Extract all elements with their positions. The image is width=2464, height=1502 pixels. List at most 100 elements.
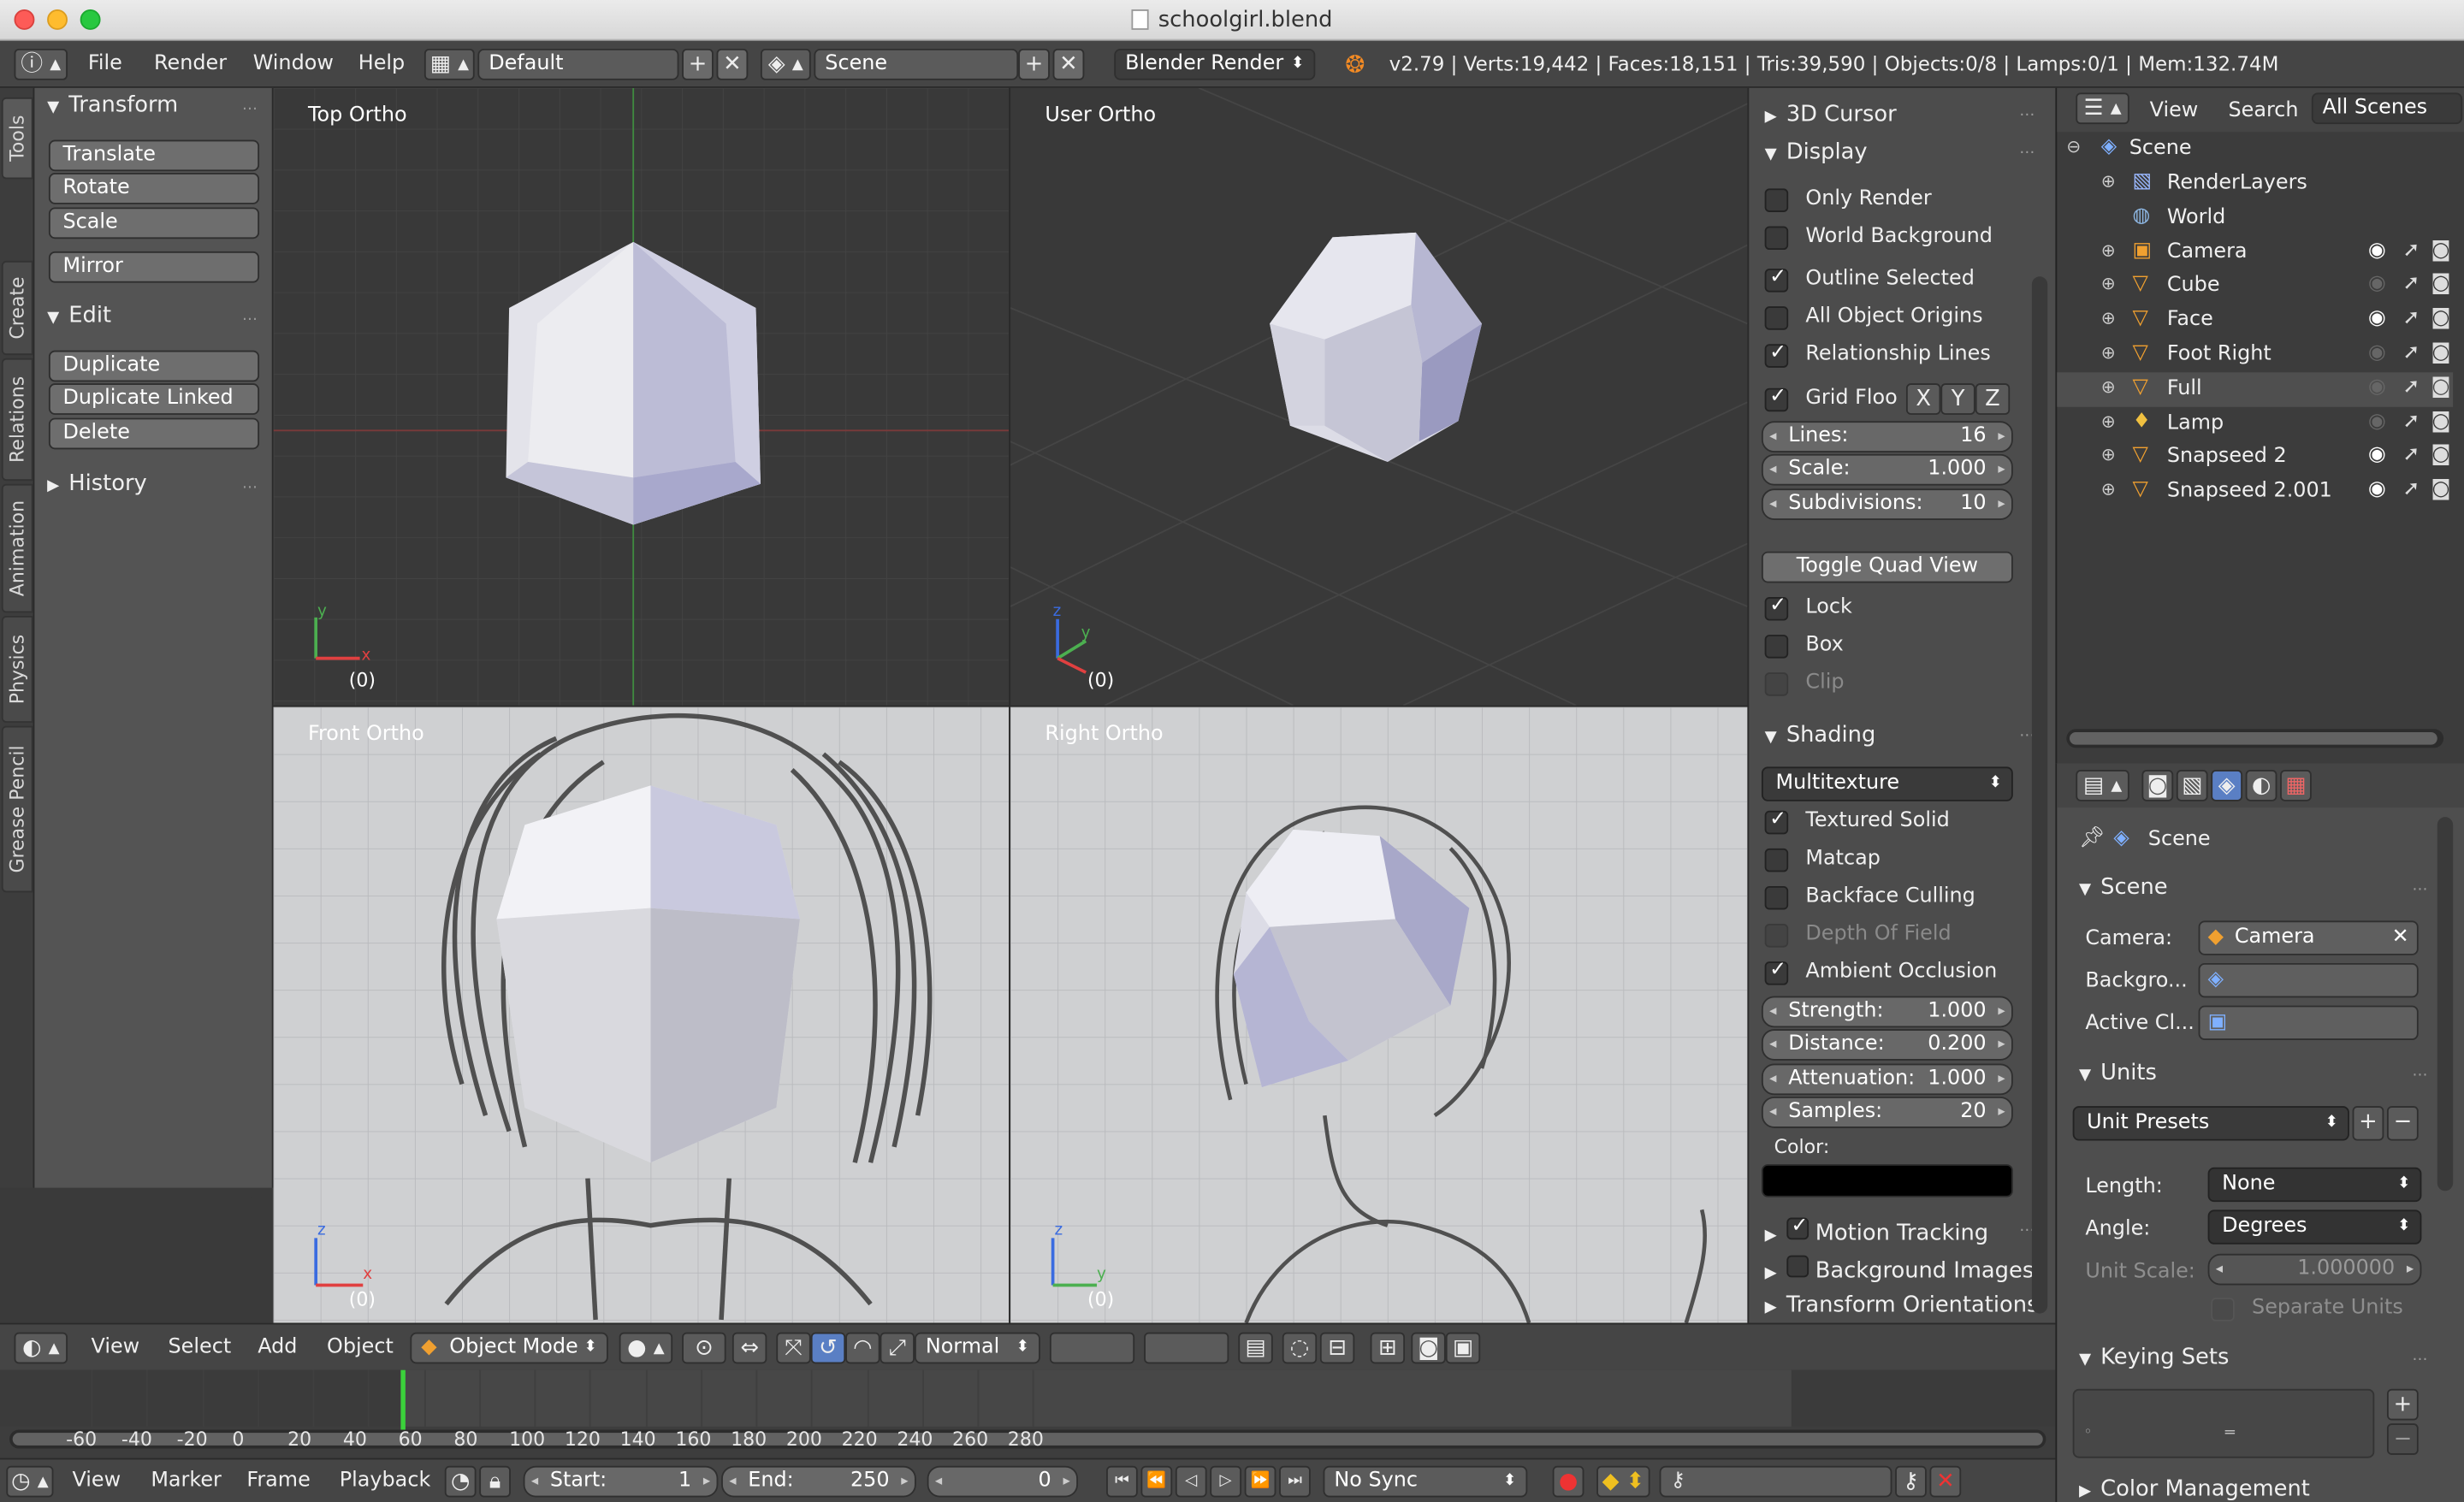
visibility-eye-icon[interactable]: ◉ xyxy=(2368,410,2386,434)
translate-button[interactable]: Translate xyxy=(48,139,260,172)
add-keying-set-icon[interactable]: + xyxy=(2386,1388,2419,1421)
renderability-camera-icon[interactable]: ◙ xyxy=(2431,238,2450,262)
clear-icon[interactable]: ✕ xyxy=(2392,922,2409,954)
texture-context-icon[interactable]: ▦ xyxy=(2280,770,2312,801)
selectability-cursor-icon[interactable]: ➚ xyxy=(2402,307,2420,331)
selectability-cursor-icon[interactable]: ➚ xyxy=(2402,272,2420,296)
drag-handle-icon[interactable]: ⋯ xyxy=(242,311,258,328)
visibility-eye-icon[interactable]: ◉ xyxy=(2368,307,2386,331)
menu-file[interactable]: File xyxy=(88,52,122,76)
selectability-cursor-icon[interactable]: ➚ xyxy=(2402,410,2420,434)
viewport-right-ortho[interactable]: z y Right Ortho (0) xyxy=(1010,707,1748,1323)
current-frame-field[interactable]: 0 xyxy=(927,1465,1078,1498)
scene-selector-icon[interactable]: ◈ ▴ xyxy=(760,48,811,80)
render-animation-icon[interactable]: ▣ xyxy=(1445,1332,1481,1364)
outliner-row-camera[interactable]: ⊕ ▣ Camera ◉ ➚ ◙ xyxy=(2057,235,2453,269)
transform-panel-header[interactable]: ▼ Transform xyxy=(47,92,178,117)
viewport-top-ortho[interactable]: y x Top Ortho (0) xyxy=(273,87,1010,706)
menu-marker[interactable]: Marker xyxy=(151,1469,222,1493)
jump-end-icon[interactable]: ⏭ xyxy=(1279,1465,1311,1498)
sync-mode-dropdown[interactable]: No Sync ⬍ xyxy=(1323,1465,1528,1498)
scene-field[interactable]: Scene xyxy=(814,48,1019,80)
tab-create[interactable]: Create xyxy=(1,260,33,356)
play-icon[interactable]: ▷ xyxy=(1210,1465,1242,1498)
pivot-point-icon[interactable]: ⊙ xyxy=(682,1332,726,1364)
keyframe-type-icon[interactable]: ◆ ⬍ xyxy=(1596,1465,1650,1498)
scale-button[interactable]: Scale xyxy=(48,207,260,239)
outliner-row-cube[interactable]: ⊕ ▽ Cube ◉ ➚ ◙ xyxy=(2057,269,2453,304)
drag-handle-icon[interactable]: ⋯ xyxy=(2412,881,2427,898)
shading-mode-dropdown[interactable]: Multitexture ⬍ xyxy=(1761,766,2013,801)
pin-icon[interactable]: 📌︎ xyxy=(2079,826,2105,850)
ao-field-1[interactable]: Distance: 0.200 xyxy=(1761,1029,2013,1061)
render-context-icon[interactable]: ◙ xyxy=(2141,770,2174,801)
grid-lines-field[interactable]: Lines: 16 xyxy=(1761,421,2013,453)
viewport-user-ortho[interactable]: z y User Ortho (0) xyxy=(1010,87,1748,706)
layout-grid-icon[interactable]: ▦ ▴ xyxy=(424,48,475,80)
scale-manipulator-icon[interactable]: ⤢ xyxy=(880,1332,915,1364)
drag-handle-icon[interactable]: ⋯ xyxy=(2412,1351,2427,1369)
menu-add[interactable]: Add xyxy=(258,1335,297,1359)
grid-scale-field[interactable]: Scale: 1.000 xyxy=(1761,453,2013,486)
menu-playback[interactable]: Playback xyxy=(340,1469,431,1493)
3d-cursor-panel-header[interactable]: ▶ 3D Cursor xyxy=(1765,102,1897,127)
outliner-row-renderlayers[interactable]: ⊕ ▧ RenderLayers xyxy=(2057,167,2453,201)
proportional-edit-icon[interactable]: ◌ xyxy=(1282,1332,1318,1364)
shading-panel-header[interactable]: ▼ Shading xyxy=(1765,723,1876,748)
units-panel-header[interactable]: ▼ Units xyxy=(2079,1061,2157,1085)
length-unit-dropdown[interactable]: None ⬍ xyxy=(2207,1167,2422,1203)
remove-preset-icon[interactable]: − xyxy=(2386,1106,2419,1141)
ao-field-2[interactable]: Attenuation: 1.000 xyxy=(1761,1063,2013,1096)
grid-axis-z-toggle[interactable]: Z xyxy=(1975,383,2011,415)
jump-keyframe-back-icon[interactable]: ⏪ xyxy=(1140,1465,1173,1498)
expand-toggle-icon[interactable]: ⊕ xyxy=(2101,308,2116,328)
close-window-button[interactable] xyxy=(14,9,35,30)
grid-subdivisions-field[interactable]: Subdivisions: 10 xyxy=(1761,488,2013,520)
duplicate-linked-button[interactable]: Duplicate Linked xyxy=(48,383,260,415)
scene-panel-header[interactable]: ▼ Scene xyxy=(2079,875,2168,900)
drag-handle-icon[interactable]: ⋯ xyxy=(242,101,258,118)
end-frame-field[interactable]: End: 250 xyxy=(721,1465,916,1498)
snap-icon[interactable]: ⊟ xyxy=(1319,1332,1355,1364)
visibility-eye-icon[interactable]: ◉ xyxy=(2368,341,2386,365)
visibility-eye-icon[interactable]: ◉ xyxy=(2368,238,2386,262)
expand-toggle-icon[interactable]: ⊕ xyxy=(2101,446,2116,466)
expand-toggle-icon[interactable]: ⊖ xyxy=(2066,137,2081,157)
mirror-button[interactable]: Mirror xyxy=(48,251,260,283)
drag-handle-icon[interactable]: ⋯ xyxy=(2019,145,2035,162)
edit-panel-header[interactable]: ▼ Edit xyxy=(47,304,111,328)
rotate-manipulator-icon[interactable]: ↺ xyxy=(810,1332,846,1364)
render-engine-dropdown[interactable]: Blender Render ⬍ xyxy=(1114,48,1316,80)
drag-handle-icon[interactable]: ⋯ xyxy=(2019,107,2035,124)
zoom-window-button[interactable] xyxy=(80,9,101,30)
color-management-panel-header[interactable]: ▶ Color Management xyxy=(2079,1477,2310,1502)
outliner-row-snapseed-2[interactable]: ⊕ ▽ Snapseed 2 ◉ ➚ ◙ xyxy=(2057,441,2453,475)
toggle-quad-view-button[interactable]: Toggle Quad View xyxy=(1761,551,2013,583)
active-clip-field[interactable]: ▣ xyxy=(2198,1005,2419,1040)
viewport-shading-icon[interactable]: ● ▴ xyxy=(619,1332,673,1364)
record-icon[interactable]: ● xyxy=(1552,1465,1584,1498)
expand-toggle-icon[interactable]: ⊕ xyxy=(2101,480,2116,500)
add-preset-icon[interactable]: + xyxy=(2352,1106,2384,1141)
renderability-camera-icon[interactable]: ◙ xyxy=(2431,341,2450,365)
selectability-cursor-icon[interactable]: ➚ xyxy=(2402,376,2420,399)
rotate-arc-icon[interactable]: ◠ xyxy=(845,1332,880,1364)
expand-toggle-icon[interactable]: ⊕ xyxy=(2101,239,2116,260)
manipulator-toggle-icon[interactable]: ⇔ xyxy=(732,1332,767,1364)
properties-editor-icon[interactable]: ▤ ▴ xyxy=(2076,770,2129,801)
outliner-row-scene[interactable]: ⊖ ◈ Scene xyxy=(2057,132,2453,166)
outliner-scroll-thumb[interactable] xyxy=(2069,731,2437,745)
expand-toggle-icon[interactable]: ⊕ xyxy=(2101,411,2116,432)
tab-animation[interactable]: Animation xyxy=(1,483,33,613)
outliner-row-face[interactable]: ⊕ ▽ Face ◉ ➚ ◙ xyxy=(2057,304,2453,338)
ao-field-3[interactable]: Samples: 20 xyxy=(1761,1097,2013,1128)
expand-toggle-icon[interactable]: ⊕ xyxy=(2101,171,2116,192)
selectability-cursor-icon[interactable]: ➚ xyxy=(2402,238,2420,262)
info-editor-icon[interactable]: ⓘ ▴ xyxy=(14,48,68,80)
motion-tracking-checkbox[interactable] xyxy=(1786,1215,1809,1240)
layer-buttons-group-2[interactable] xyxy=(1144,1332,1229,1364)
minimize-window-button[interactable] xyxy=(47,9,68,30)
remove-keying-set-icon[interactable]: − xyxy=(2386,1423,2419,1455)
outliner-menu-search[interactable]: Search xyxy=(2228,99,2298,123)
shelf-scrollbar[interactable] xyxy=(245,1197,264,1320)
